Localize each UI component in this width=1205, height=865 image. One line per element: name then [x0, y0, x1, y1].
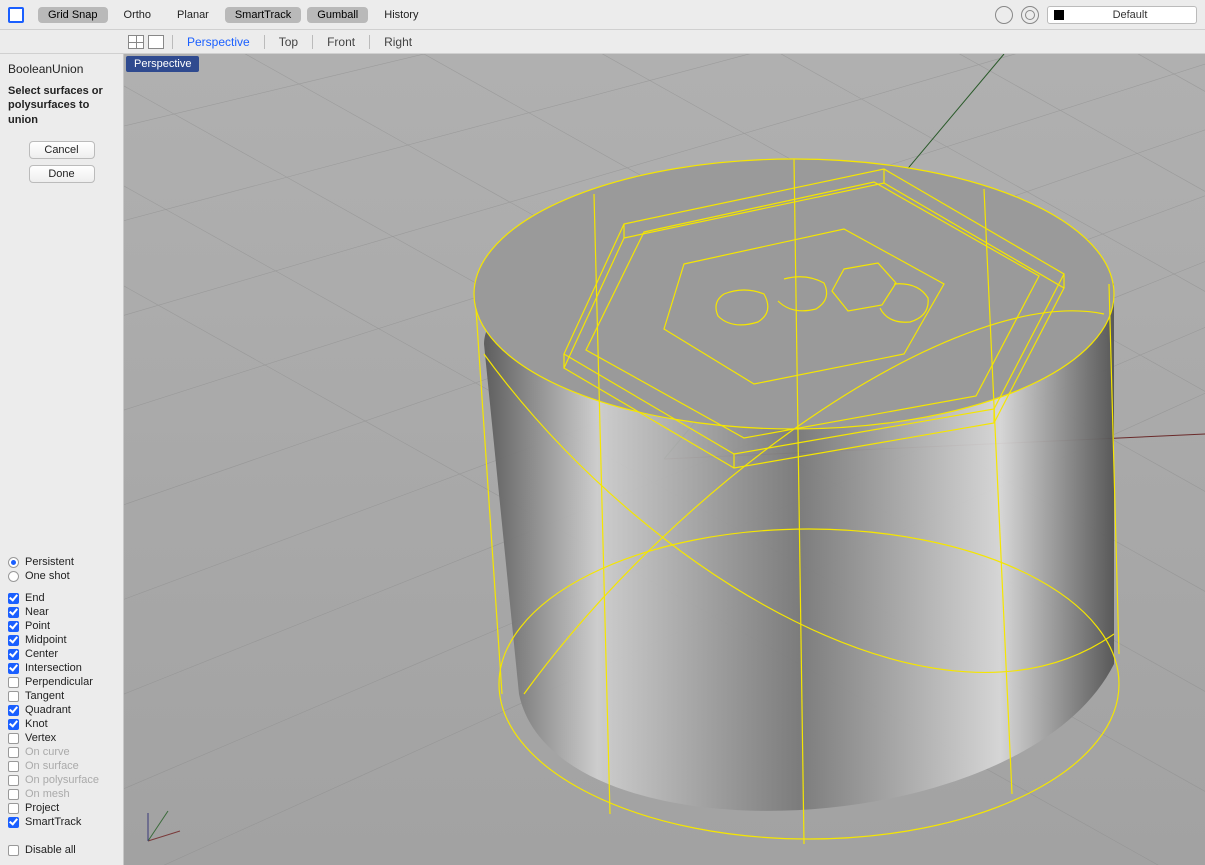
radio-icon — [8, 557, 19, 568]
topbar-right: Default — [995, 6, 1197, 24]
checkbox-icon — [8, 705, 19, 716]
snap-toggle-smarttrack[interactable]: SmartTrack — [225, 7, 301, 23]
osnap-on-polysurface: On polysurface — [8, 773, 115, 787]
osnap-point[interactable]: Point — [8, 619, 115, 633]
osnap-on-curve: On curve — [8, 745, 115, 759]
checkbox-icon — [8, 817, 19, 828]
osnap-midpoint[interactable]: Midpoint — [8, 633, 115, 647]
command-panel: BooleanUnion Select surfaces or polysurf… — [0, 54, 124, 865]
osnap-project[interactable]: Project — [8, 801, 115, 815]
command-name: BooleanUnion — [8, 62, 115, 76]
viewport-layout-icons — [128, 35, 164, 49]
viewport-canvas — [124, 54, 1205, 865]
osnap-tangent[interactable]: Tangent — [8, 689, 115, 703]
record-history-icon[interactable] — [1021, 6, 1039, 24]
osnap-panel: Persistent One shot EndNearPointMidpoint… — [8, 555, 115, 857]
checkbox-icon — [8, 719, 19, 730]
selected-cylinder — [474, 159, 1114, 811]
checkbox-icon — [8, 593, 19, 604]
osnap-near[interactable]: Near — [8, 605, 115, 619]
view-tab-top[interactable]: Top — [265, 35, 312, 49]
osnap-quadrant[interactable]: Quadrant — [8, 703, 115, 717]
view-tab-front[interactable]: Front — [313, 35, 369, 49]
top-toolbar: Grid Snap Ortho Planar SmartTrack Gumball His… — [0, 0, 1205, 30]
osnap-mode-persistent[interactable]: Persistent — [8, 555, 115, 569]
osnap-end[interactable]: End — [8, 591, 115, 605]
view-tabs-bar: PerspectiveTopFrontRight — [0, 30, 1205, 54]
app-icon — [8, 7, 24, 23]
checkbox-icon — [8, 649, 19, 660]
osnap-knot[interactable]: Knot — [8, 717, 115, 731]
osnap-smarttrack[interactable]: SmartTrack — [8, 815, 115, 829]
checkbox-icon — [8, 845, 19, 856]
checkbox-icon — [8, 607, 19, 618]
snap-toggle-planar[interactable]: Planar — [167, 7, 219, 23]
checkbox-icon — [8, 761, 19, 772]
snap-toggle-grid-snap[interactable]: Grid Snap — [38, 7, 108, 23]
checkbox-icon — [8, 635, 19, 646]
osnap-on-surface: On surface — [8, 759, 115, 773]
cancel-button[interactable]: Cancel — [29, 141, 95, 159]
osnap-mode-oneshot[interactable]: One shot — [8, 569, 115, 583]
osnap-intersection[interactable]: Intersection — [8, 661, 115, 675]
checkbox-icon — [8, 775, 19, 786]
world-axes-gizmo — [138, 801, 188, 851]
current-layer-dropdown[interactable]: Default — [1047, 6, 1197, 24]
osnap-perpendicular[interactable]: Perpendicular — [8, 675, 115, 689]
single-view-icon[interactable] — [148, 35, 164, 49]
osnap-vertex[interactable]: Vertex — [8, 731, 115, 745]
radio-icon — [8, 571, 19, 582]
command-prompt: Select surfaces or polysurfaces to union — [8, 84, 115, 127]
snap-toggle-gumball[interactable]: Gumball — [307, 7, 368, 23]
view-tab-right[interactable]: Right — [370, 35, 426, 49]
checkbox-icon — [8, 621, 19, 632]
selection-filter-icon[interactable] — [995, 6, 1013, 24]
snap-toggle-ortho[interactable]: Ortho — [114, 7, 162, 23]
osnap-disable-all[interactable]: Disable all — [8, 843, 115, 857]
checkbox-icon — [8, 747, 19, 758]
osnap-on-mesh: On mesh — [8, 787, 115, 801]
snap-toggle-history[interactable]: History — [374, 7, 428, 23]
checkbox-icon — [8, 691, 19, 702]
viewport-perspective[interactable]: Perspective — [124, 54, 1205, 865]
checkbox-icon — [8, 733, 19, 744]
checkbox-icon — [8, 803, 19, 814]
four-view-icon[interactable] — [128, 35, 144, 49]
checkbox-icon — [8, 677, 19, 688]
snap-toggles: Grid Snap Ortho Planar SmartTrack Gumball His… — [38, 7, 428, 23]
checkbox-icon — [8, 663, 19, 674]
done-button[interactable]: Done — [29, 165, 95, 183]
layer-name: Default — [1070, 9, 1190, 21]
checkbox-icon — [8, 789, 19, 800]
osnap-center[interactable]: Center — [8, 647, 115, 661]
view-tab-perspective[interactable]: Perspective — [173, 35, 264, 49]
layer-swatch — [1054, 10, 1064, 20]
